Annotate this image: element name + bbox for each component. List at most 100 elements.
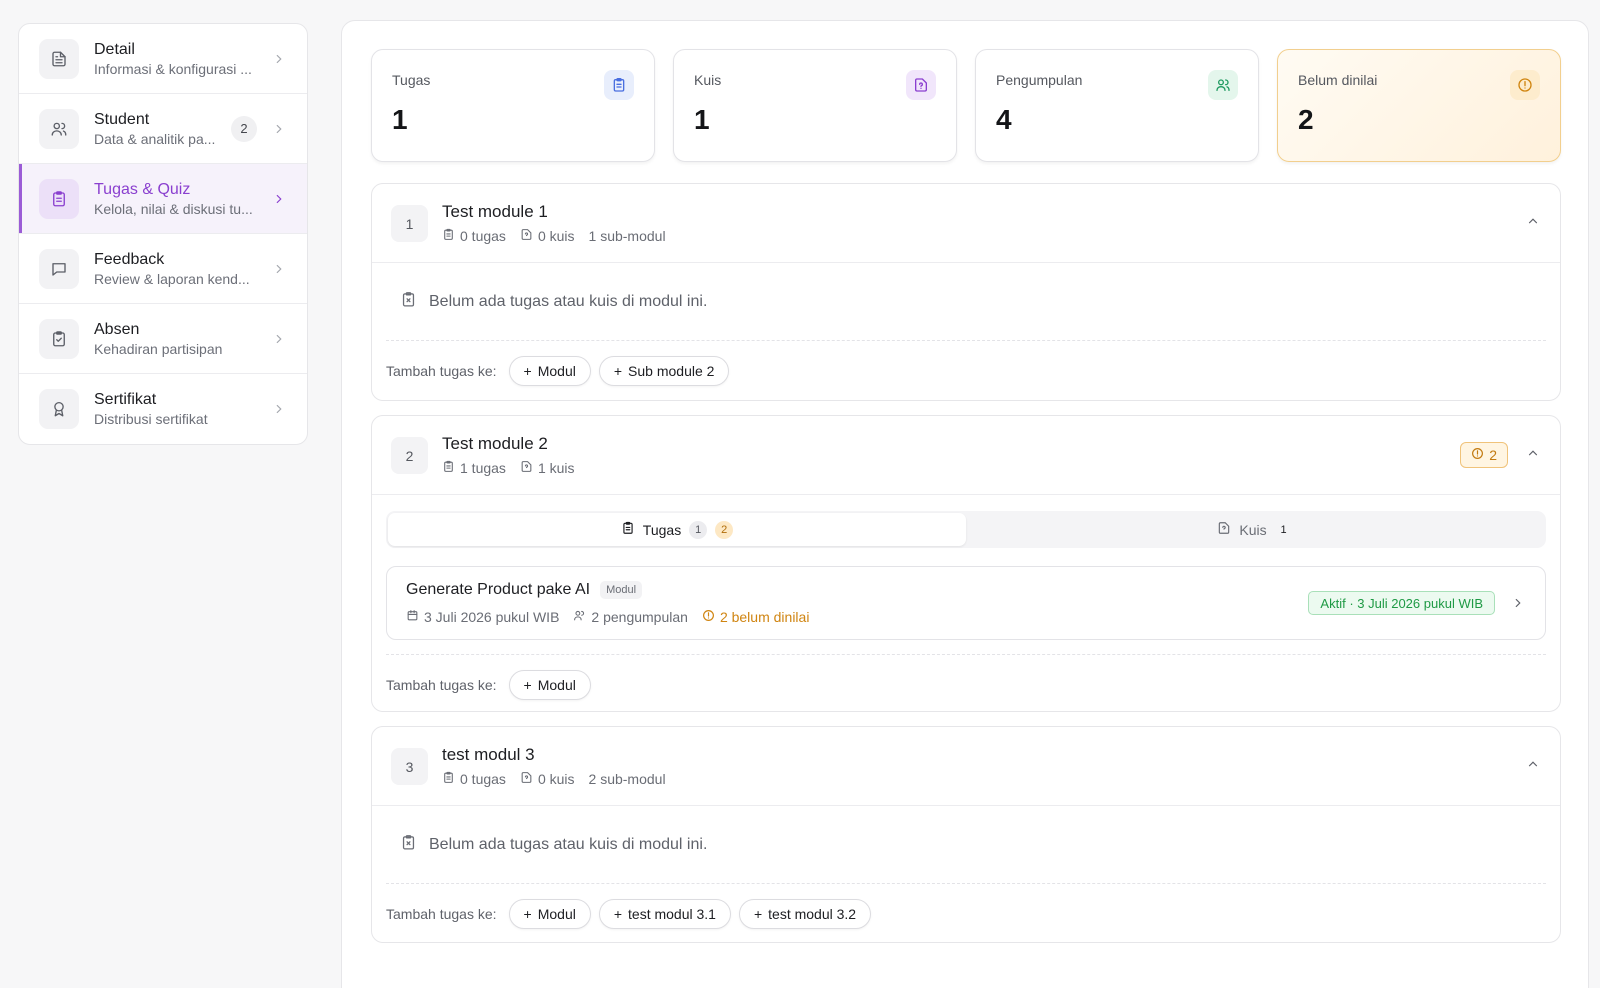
- module-card-3: 3 test modul 3 0 tugas 0 kuis 2 sub-modu…: [371, 726, 1561, 943]
- empty-state: Belum ada tugas atau kuis di modul ini.: [386, 806, 1546, 884]
- alert-circle-icon: [1510, 70, 1540, 100]
- button-label: test modul 3.1: [628, 906, 716, 922]
- clipboard-x-icon: [400, 291, 417, 313]
- stat-card-kuis: Kuis 1: [673, 49, 957, 162]
- sidebar-item-title: Sertifikat: [94, 391, 157, 408]
- task-due-date: 3 Juli 2026 pukul WIB: [424, 609, 560, 625]
- sidebar-item-sertifikat[interactable]: Sertifikat Distribusi sertifikat: [19, 374, 307, 444]
- task-title: Generate Product pake AI: [406, 581, 591, 598]
- add-to-modul-button[interactable]: + Modul: [508, 670, 591, 700]
- stat-card-pengumpulan: Pengumpulan 4: [975, 49, 1259, 162]
- button-label: Sub module 2: [628, 363, 715, 379]
- sidebar-item-subtitle: Kehadiran partisipan: [94, 340, 223, 357]
- stat-label: Belum dinilai: [1298, 72, 1378, 88]
- module-card-1: 1 Test module 1 0 tugas 0 kuis 1 sub-mod…: [371, 183, 1561, 401]
- ungraded-badge: 2: [1460, 442, 1508, 468]
- sidebar: Detail Informasi & konfigurasi ... Stude…: [18, 23, 308, 445]
- clipboard-icon: [442, 228, 455, 244]
- alert-circle-icon: [1471, 447, 1484, 463]
- task-submissions: 2 pengumpulan: [591, 609, 688, 625]
- module-tugas-count: 0 tugas: [460, 228, 506, 244]
- add-to-submodule-button[interactable]: + test modul 3.2: [738, 899, 872, 929]
- chevron-right-icon: [1511, 596, 1525, 615]
- tab-count-badge: 1: [689, 520, 708, 539]
- clipboard-x-icon: [400, 834, 417, 856]
- module-header[interactable]: 1 Test module 1 0 tugas 0 kuis 1 sub-mod…: [372, 184, 1560, 263]
- module-card-2: 2 Test module 2 1 tugas 1 kuis 2 Tugas 1…: [371, 415, 1561, 712]
- stat-label: Kuis: [694, 72, 722, 88]
- ungraded-count: 2: [1489, 447, 1497, 463]
- task-title-row: Generate Product pake AI Modul: [406, 581, 643, 599]
- stat-value: 1: [392, 104, 408, 135]
- add-task-label: Tambah tugas ke:: [386, 677, 497, 693]
- sidebar-item-title: Tugas & Quiz: [94, 180, 191, 198]
- sidebar-item-absen[interactable]: Absen Kehadiran partisipan: [19, 304, 307, 374]
- message-icon: [39, 248, 79, 289]
- users-icon: [39, 108, 79, 149]
- add-to-modul-button[interactable]: + Modul: [508, 899, 591, 929]
- sidebar-item-subtitle: Kelola, nilai & diskusi tu...: [94, 200, 253, 217]
- clipboard-icon: [442, 460, 455, 476]
- module-meta: 0 tugas 0 kuis 1 sub-modul: [442, 228, 666, 244]
- file-question-icon: [520, 460, 533, 476]
- task-card[interactable]: Generate Product pake AI Modul 3 Juli 20…: [386, 566, 1546, 640]
- sidebar-item-subtitle: Data & analitik pa...: [94, 130, 216, 147]
- stat-card-tugas: Tugas 1: [371, 49, 655, 162]
- tugas-kuis-tabs: Tugas 1 2 Kuis 1: [386, 511, 1546, 548]
- calendar-icon: [406, 609, 419, 625]
- users-icon: [573, 609, 586, 625]
- tab-label: Tugas: [642, 521, 682, 538]
- module-number: 1: [391, 205, 428, 242]
- tab-label: Kuis: [1239, 521, 1267, 538]
- main-panel: Tugas 1 Kuis 1 Pengumpulan 4 Belum dinil…: [341, 20, 1589, 988]
- empty-message: Belum ada tugas atau kuis di modul ini.: [429, 835, 708, 853]
- chevron-right-icon: [271, 262, 287, 276]
- add-task-row: Tambah tugas ke: + Modul + Sub module 2: [372, 341, 1560, 401]
- module-kuis-count: 0 kuis: [537, 771, 575, 787]
- tab-kuis[interactable]: Kuis 1: [966, 513, 1544, 546]
- add-to-modul-button[interactable]: + Modul: [508, 356, 591, 386]
- plus-icon: +: [613, 363, 623, 379]
- module-kuis-count: 1 kuis: [537, 460, 575, 476]
- button-label: Modul: [537, 677, 576, 693]
- sidebar-item-title: Detail: [94, 40, 135, 58]
- stats-row: Tugas 1 Kuis 1 Pengumpulan 4 Belum dinil…: [371, 49, 1561, 162]
- tab-tugas[interactable]: Tugas 1 2: [388, 513, 966, 546]
- stat-card-belum-dinilai: Belum dinilai 2: [1277, 49, 1561, 162]
- tab-count-badge: 1: [1280, 523, 1287, 536]
- sidebar-item-student[interactable]: Student Data & analitik pa... 2: [19, 94, 307, 164]
- add-task-row: Tambah tugas ke: + Modul + test modul 3.1 …: [372, 884, 1560, 944]
- chevron-up-icon[interactable]: [1526, 214, 1540, 233]
- sidebar-item-tugas-quiz[interactable]: Tugas & Quiz Kelola, nilai & diskusi tu.…: [19, 164, 307, 234]
- add-to-submodule-button[interactable]: + Sub module 2: [598, 356, 730, 386]
- sidebar-item-title: Absen: [94, 320, 140, 338]
- file-question-icon: [520, 771, 533, 787]
- empty-state: Belum ada tugas atau kuis di modul ini.: [386, 263, 1546, 341]
- clipboard-icon: [604, 70, 634, 100]
- task-status-badge: Aktif · 3 Juli 2026 pukul WIB: [1308, 591, 1495, 615]
- clipboard-icon: [442, 771, 455, 787]
- module-header[interactable]: 3 test modul 3 0 tugas 0 kuis 2 sub-modu…: [372, 727, 1560, 806]
- chevron-right-icon: [271, 402, 287, 416]
- award-icon: [39, 389, 79, 429]
- sidebar-item-feedback[interactable]: Feedback Review & laporan kend...: [19, 234, 307, 304]
- sidebar-item-detail[interactable]: Detail Informasi & konfigurasi ...: [19, 24, 307, 94]
- add-to-submodule-button[interactable]: + test modul 3.1: [598, 899, 731, 929]
- module-title: Test module 1: [442, 202, 548, 221]
- module-header[interactable]: 2 Test module 2 1 tugas 1 kuis 2: [372, 416, 1560, 495]
- stat-value: 1: [694, 104, 710, 135]
- task-scope-tag: Modul: [600, 581, 643, 599]
- empty-message: Belum ada tugas atau kuis di modul ini.: [429, 292, 708, 310]
- module-submodule-count: 2 sub-modul: [588, 771, 666, 787]
- module-tugas-count: 1 tugas: [460, 460, 506, 476]
- chevron-right-icon: [271, 122, 287, 136]
- module-submodule-count: 1 sub-modul: [588, 228, 666, 244]
- chevron-up-icon[interactable]: [1526, 446, 1540, 465]
- file-question-icon: [520, 228, 533, 244]
- add-task-label: Tambah tugas ke:: [386, 906, 497, 922]
- sidebar-item-subtitle: Informasi & konfigurasi ...: [94, 60, 252, 77]
- chevron-right-icon: [271, 52, 287, 66]
- chevron-up-icon[interactable]: [1526, 757, 1540, 776]
- clipboard-check-icon: [39, 318, 79, 359]
- module-tugas-count: 0 tugas: [460, 771, 506, 787]
